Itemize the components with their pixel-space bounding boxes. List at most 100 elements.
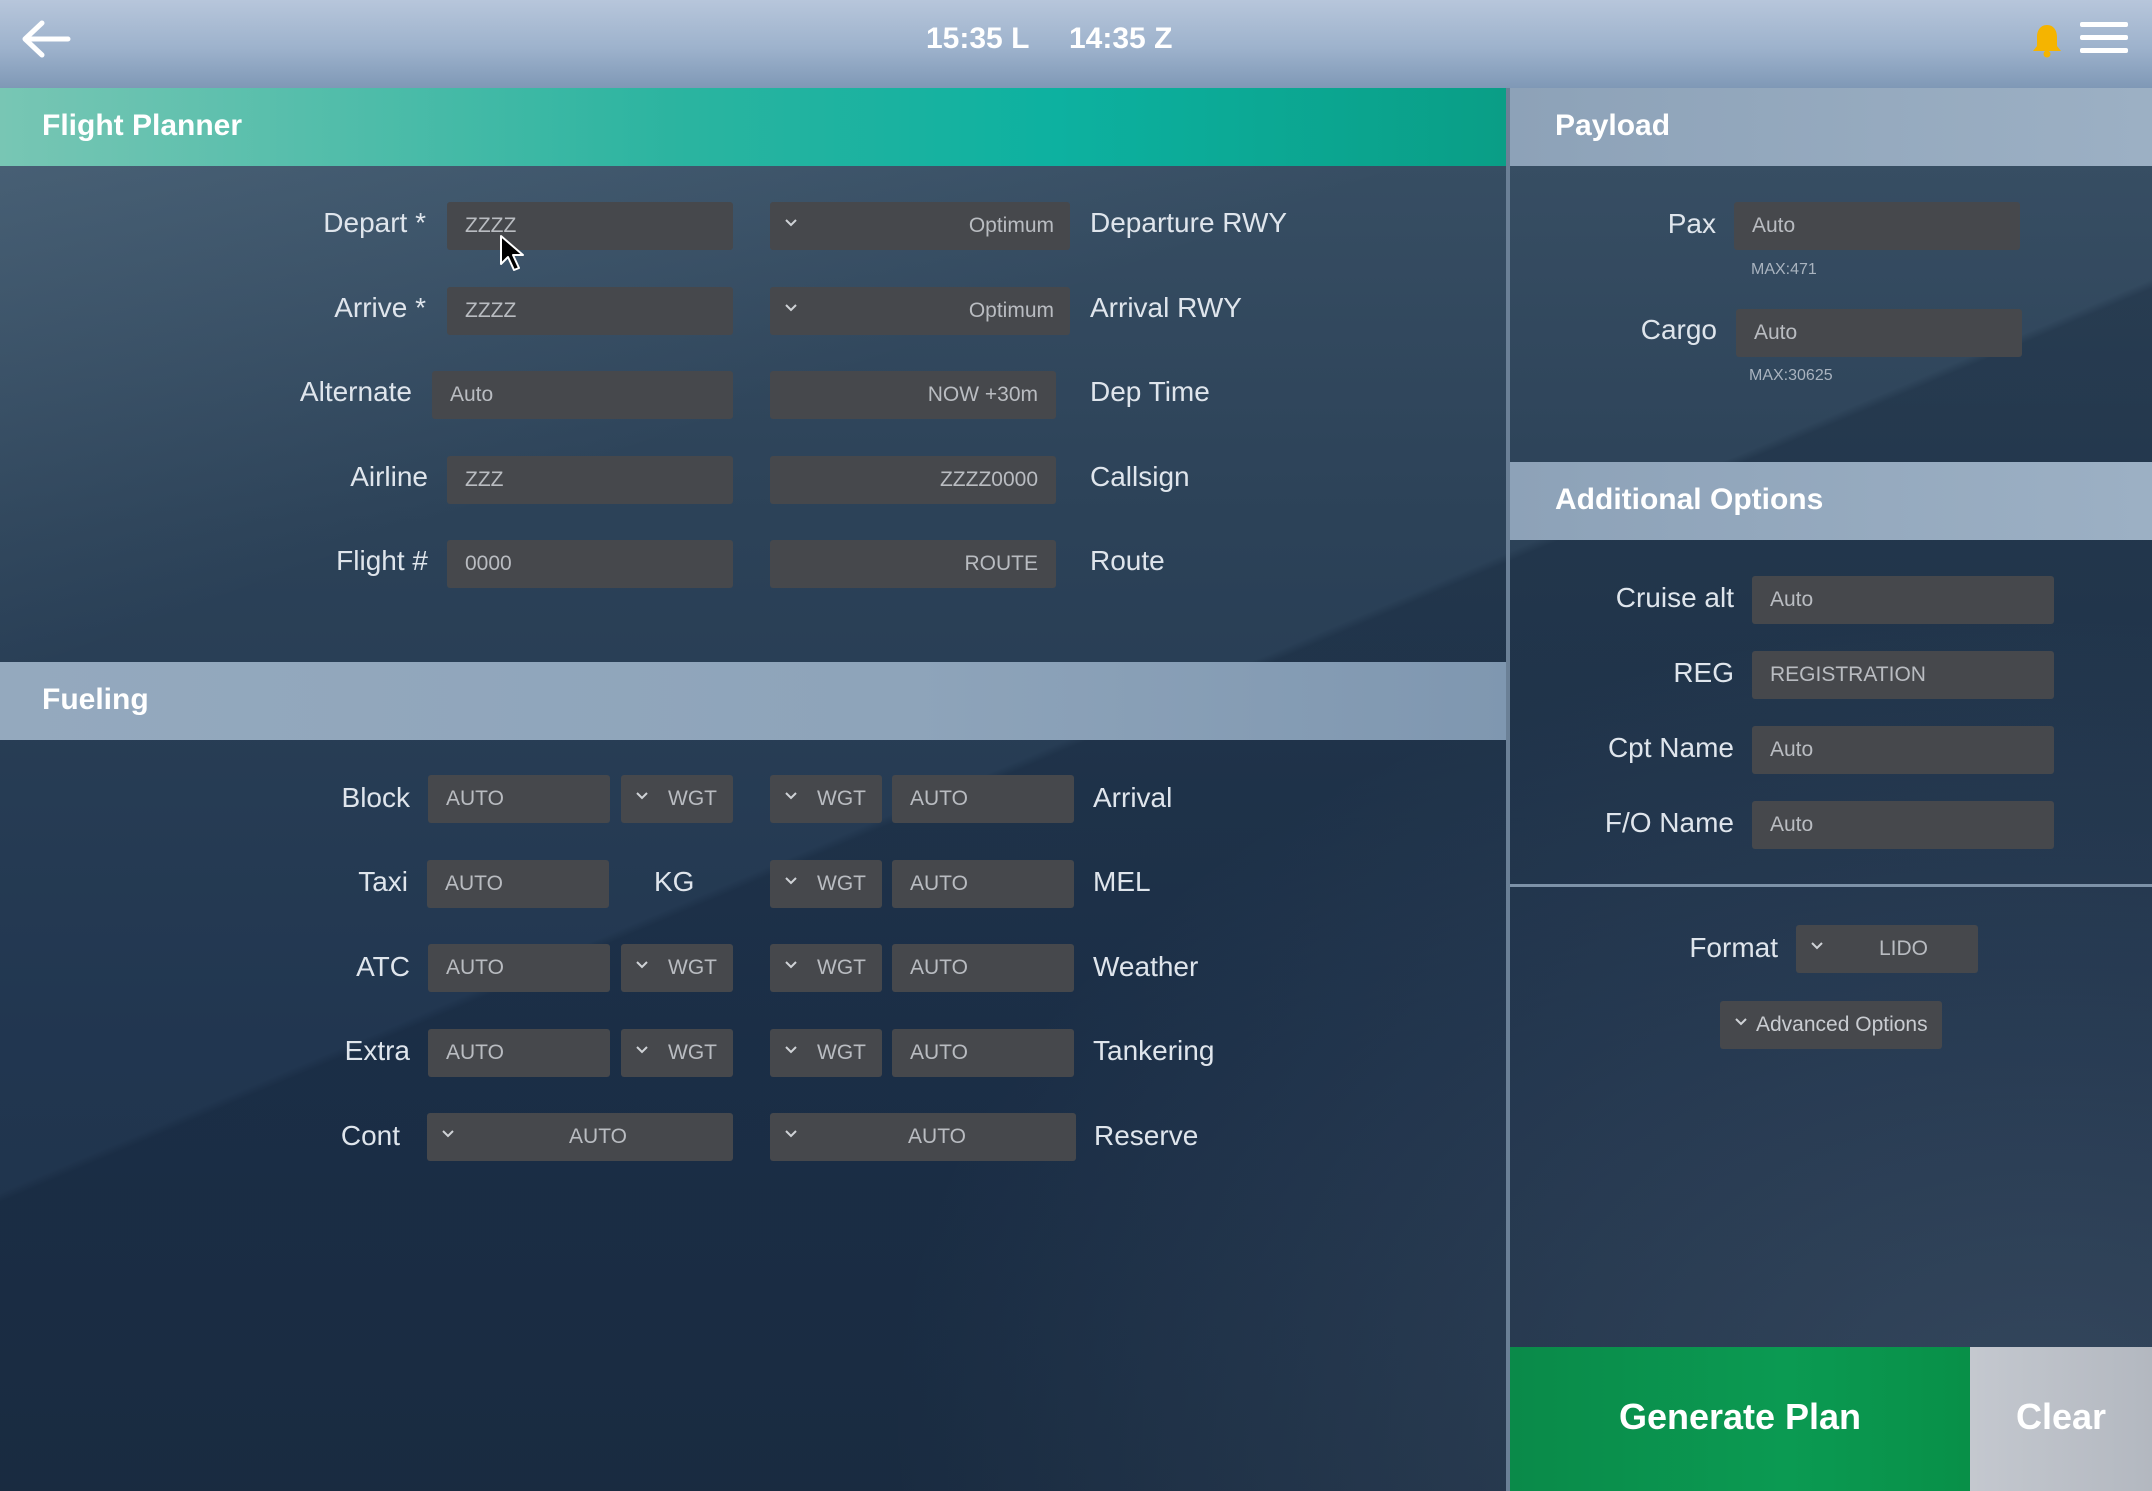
chevron-down-icon bbox=[636, 961, 648, 969]
mel-mode-value: WGT bbox=[817, 872, 866, 895]
reserve-dropdown[interactable]: AUTO bbox=[770, 1113, 1076, 1161]
tankering-mode-value: WGT bbox=[817, 1041, 866, 1064]
airline-input[interactable]: ZZZ bbox=[447, 456, 733, 504]
chevron-down-icon bbox=[785, 792, 797, 800]
chevron-down-icon bbox=[785, 304, 797, 312]
arrive-label: Arrive * bbox=[334, 292, 426, 323]
cont-value: AUTO bbox=[569, 1125, 627, 1148]
extra-input[interactable]: AUTO bbox=[428, 1029, 610, 1077]
cpt-name-label: Cpt Name bbox=[1607, 732, 1734, 763]
generate-plan-button[interactable]: Generate Plan bbox=[1510, 1347, 1970, 1491]
taxi-input[interactable]: AUTO bbox=[427, 860, 609, 908]
chevron-down-icon bbox=[785, 1046, 797, 1054]
atc-mode-dropdown[interactable]: WGT bbox=[621, 944, 733, 992]
chevron-down-icon bbox=[785, 961, 797, 969]
chevron-down-icon bbox=[636, 1046, 648, 1054]
alternate-label: Alternate bbox=[299, 376, 412, 407]
arrival-mode-value: WGT bbox=[817, 787, 866, 810]
route-input[interactable]: ROUTE bbox=[770, 540, 1056, 588]
reg-input[interactable]: REGISTRATION bbox=[1752, 651, 2054, 699]
departure-rwy-dropdown[interactable]: Optimum bbox=[770, 202, 1070, 250]
dep-time-input[interactable]: NOW +30m bbox=[770, 371, 1056, 419]
weather-mode-value: WGT bbox=[817, 956, 866, 979]
depart-label: Depart * bbox=[323, 207, 426, 238]
cpt-name-input[interactable]: Auto bbox=[1752, 726, 2054, 774]
block-input[interactable]: AUTO bbox=[428, 775, 610, 823]
payload-title: Payload bbox=[1555, 109, 1671, 142]
panel-divider bbox=[1506, 88, 1510, 1491]
arrive-input[interactable]: ZZZZ bbox=[447, 287, 733, 335]
cargo-label: Cargo bbox=[1640, 314, 1717, 345]
weather-mode-dropdown[interactable]: WGT bbox=[770, 944, 882, 992]
block-mode-value: WGT bbox=[668, 787, 717, 810]
atc-label: ATC bbox=[356, 951, 410, 982]
options-divider bbox=[1510, 884, 2152, 887]
tankering-label: Tankering bbox=[1093, 1035, 1215, 1066]
flight-planner-header: Flight Planner bbox=[0, 88, 1508, 166]
pax-max: MAX:471 bbox=[1751, 261, 1817, 278]
cont-label: Cont bbox=[340, 1120, 400, 1151]
fo-name-label: F/O Name bbox=[1604, 807, 1734, 838]
back-arrow-icon[interactable] bbox=[18, 18, 74, 60]
flight-planner-title: Flight Planner bbox=[42, 109, 243, 142]
chevron-down-icon bbox=[442, 1130, 454, 1138]
arrival-rwy-value: Optimum bbox=[968, 299, 1054, 322]
reserve-value: AUTO bbox=[908, 1125, 966, 1148]
arrival-rwy-dropdown[interactable]: Optimum bbox=[770, 287, 1070, 335]
extra-mode-dropdown[interactable]: WGT bbox=[621, 1029, 733, 1077]
local-time: 15:35 L bbox=[926, 22, 1030, 55]
extra-label: Extra bbox=[344, 1035, 410, 1066]
arrival-fuel-input[interactable]: AUTO bbox=[892, 775, 1074, 823]
flight-number-label: Flight # bbox=[336, 545, 428, 576]
mel-input[interactable]: AUTO bbox=[892, 860, 1074, 908]
fueling-title: Fueling bbox=[42, 683, 149, 716]
departure-rwy-value: Optimum bbox=[968, 214, 1054, 237]
cargo-max: MAX:30625 bbox=[1749, 367, 1833, 384]
format-label: Format bbox=[1689, 932, 1778, 963]
airline-label: Airline bbox=[350, 461, 428, 492]
additional-options-title: Additional Options bbox=[1555, 483, 1824, 516]
callsign-input[interactable]: ZZZZ0000 bbox=[770, 456, 1056, 504]
fo-name-input[interactable]: Auto bbox=[1752, 801, 2054, 849]
additional-options-header: Additional Options bbox=[1510, 462, 2152, 540]
departure-rwy-label: Departure RWY bbox=[1090, 207, 1288, 238]
cont-dropdown[interactable]: AUTO bbox=[427, 1113, 733, 1161]
advanced-options-button[interactable]: Advanced Options bbox=[1720, 1001, 1942, 1049]
alternate-input[interactable]: Auto bbox=[432, 371, 733, 419]
pax-label: Pax bbox=[1667, 208, 1716, 239]
cruise-alt-input[interactable]: Auto bbox=[1752, 576, 2054, 624]
flight-number-input[interactable]: 0000 bbox=[447, 540, 733, 588]
route-label: Route bbox=[1090, 545, 1165, 576]
format-value: LIDO bbox=[1878, 937, 1928, 960]
chevron-down-icon bbox=[785, 219, 797, 227]
reg-label: REG bbox=[1673, 657, 1734, 688]
arrival-fuel-label: Arrival bbox=[1093, 782, 1173, 813]
bell-icon[interactable] bbox=[2030, 22, 2064, 58]
pax-input[interactable]: Auto bbox=[1734, 202, 2020, 250]
mouse-cursor-icon bbox=[500, 235, 524, 271]
chevron-down-icon bbox=[785, 1130, 797, 1138]
payload-header: Payload bbox=[1510, 88, 2152, 166]
cargo-input[interactable]: Auto bbox=[1736, 309, 2022, 357]
atc-input[interactable]: AUTO bbox=[428, 944, 610, 992]
chevron-down-icon bbox=[785, 877, 797, 885]
zulu-time: 14:35 Z bbox=[1069, 22, 1173, 55]
clear-button[interactable]: Clear bbox=[1970, 1347, 2152, 1491]
mel-mode-dropdown[interactable]: WGT bbox=[770, 860, 882, 908]
block-mode-dropdown[interactable]: WGT bbox=[621, 775, 733, 823]
arrival-mode-dropdown[interactable]: WGT bbox=[770, 775, 882, 823]
top-bar: 15:35 L 14:35 Z bbox=[0, 0, 2152, 88]
chevron-down-icon bbox=[1735, 1018, 1747, 1026]
tankering-mode-dropdown[interactable]: WGT bbox=[770, 1029, 882, 1077]
depart-input[interactable]: ZZZZ bbox=[447, 202, 733, 250]
hamburger-menu-icon[interactable] bbox=[2080, 22, 2128, 58]
cruise-alt-label: Cruise alt bbox=[1615, 582, 1734, 613]
format-dropdown[interactable]: LIDO bbox=[1796, 925, 1978, 973]
taxi-label: Taxi bbox=[358, 866, 408, 897]
block-label: Block bbox=[341, 782, 410, 813]
fueling-header: Fueling bbox=[0, 662, 1508, 740]
tankering-input[interactable]: AUTO bbox=[892, 1029, 1074, 1077]
reserve-label: Reserve bbox=[1094, 1120, 1199, 1151]
dep-time-label: Dep Time bbox=[1090, 376, 1210, 407]
weather-input[interactable]: AUTO bbox=[892, 944, 1074, 992]
